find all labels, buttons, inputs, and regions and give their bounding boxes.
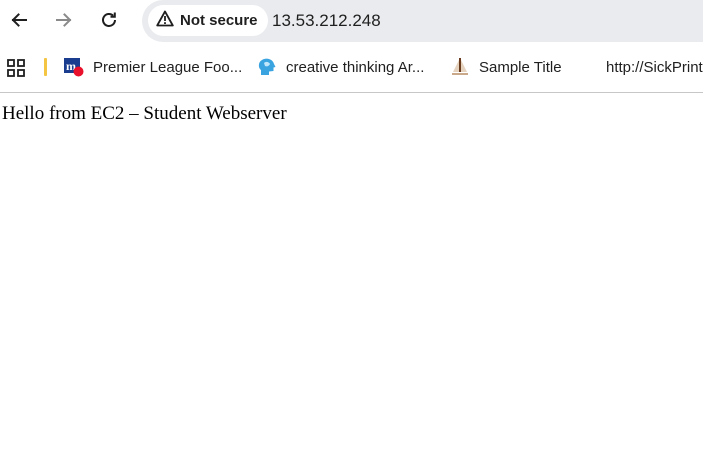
arrow-right-icon xyxy=(54,10,74,30)
arrow-left-icon xyxy=(9,10,29,30)
warning-triangle-icon xyxy=(156,10,174,31)
page-body-text: Hello from EC2 – Student Webserver xyxy=(2,103,287,124)
address-bar[interactable]: Not secure 13.53.212.248 xyxy=(142,0,703,42)
browser-toolbar: Not secure 13.53.212.248 xyxy=(0,0,703,42)
reload-icon xyxy=(99,10,119,30)
bookmark-label: http://SickPrint xyxy=(606,58,703,76)
apps-grid-icon[interactable] xyxy=(7,59,25,77)
creative-thinking-favicon xyxy=(257,57,277,77)
bookmark-label: Sample Title xyxy=(479,58,562,76)
forward-button[interactable] xyxy=(51,7,77,33)
browser-window: Not secure 13.53.212.248 m Premier Leagu… xyxy=(0,0,703,452)
bookmark-creative-thinking[interactable]: creative thinking Ar... xyxy=(257,56,424,78)
security-indicator[interactable]: Not secure xyxy=(148,5,268,36)
bookmark-sample-title[interactable]: Sample Title xyxy=(450,56,562,78)
bookmark-sickprint[interactable]: http://SickPrint xyxy=(606,56,703,78)
premier-league-favicon: m xyxy=(64,57,84,77)
bookmark-label: creative thinking Ar... xyxy=(286,58,425,76)
bookmarks-divider xyxy=(44,58,47,76)
security-label: Not secure xyxy=(180,12,258,29)
bookmark-label: Premier League Foo... xyxy=(93,58,243,76)
back-button[interactable] xyxy=(6,7,32,33)
page-content: Hello from EC2 – Student Webserver xyxy=(0,93,703,452)
url-text[interactable]: 13.53.212.248 xyxy=(272,0,381,42)
sample-title-favicon xyxy=(450,57,470,77)
bookmarks-bar: m Premier League Foo... creative thinkin… xyxy=(0,50,703,86)
reload-button[interactable] xyxy=(96,7,122,33)
bookmark-premier-league[interactable]: m Premier League Foo... xyxy=(64,56,242,78)
